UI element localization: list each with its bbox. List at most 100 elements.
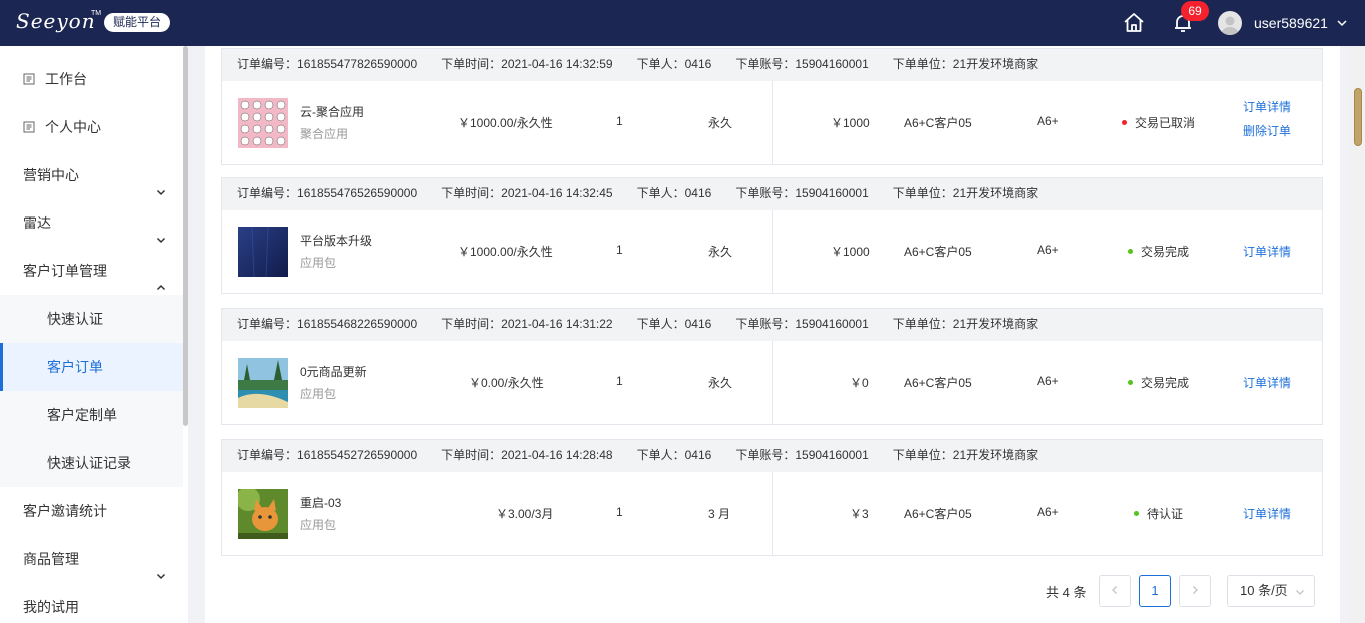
status-text: 交易完成 xyxy=(1141,245,1190,259)
order-customer: A6+C客户05 xyxy=(904,245,972,259)
personal-center-icon xyxy=(23,104,35,133)
seeyon-logo[interactable]: Seeyon xyxy=(16,9,96,33)
order-customer: A6+C客户05 xyxy=(904,116,972,130)
product-thumbnail[interactable] xyxy=(238,98,288,148)
order-number-label: 订单编号： xyxy=(237,317,298,331)
product-price: ￥0.00/永久性 xyxy=(469,376,544,390)
page-size-select[interactable]: 10 条/页 xyxy=(1227,575,1315,607)
sidebar-item-label: 个人中心 xyxy=(45,119,101,135)
sidebar-item-label: 客户邀请统计 xyxy=(23,503,107,519)
order-account-value: 15904160001 xyxy=(795,186,869,200)
pagination-total: 共 4 条 xyxy=(1046,585,1087,600)
sidebar-item-quick-auth[interactable]: 快速认证 xyxy=(0,295,183,343)
order-detail-link[interactable]: 订单详情 xyxy=(1243,243,1291,260)
sidebar-item-custom-orders[interactable]: 客户定制单 xyxy=(0,391,183,439)
sidebar-item-my-trials[interactable]: 我的试用 xyxy=(0,583,183,623)
orderer-value: 0416 xyxy=(684,186,712,200)
chevron-up-icon xyxy=(155,265,167,291)
order-unit-value: 21开发环境商家 xyxy=(952,186,1039,200)
next-page-button[interactable] xyxy=(1179,575,1211,607)
product-duration: 3 月 xyxy=(708,507,731,521)
order-unit-label: 下单单位： xyxy=(892,186,953,200)
order-time-value: 2021-04-16 14:31:22 xyxy=(501,317,613,331)
order-unit-value: 21开发环境商家 xyxy=(952,317,1039,331)
orderer-label: 下单人： xyxy=(636,186,685,200)
sidebar-item-quick-auth-records[interactable]: 快速认证记录 xyxy=(0,439,183,487)
sidebar-scrollbar[interactable] xyxy=(183,46,188,426)
status-text: 交易完成 xyxy=(1141,376,1190,390)
order-detail-link[interactable]: 订单详情 xyxy=(1243,374,1291,391)
orderer: 下单人：0416 xyxy=(637,309,712,339)
top-header: Seeyon TM 赋能平台 69 user589621 xyxy=(0,0,1365,46)
username[interactable]: user589621 xyxy=(1254,15,1328,31)
order-unit-label: 下单单位： xyxy=(892,317,953,331)
order-card: 订单编号：161855452726590000 下单时间：2021-04-16 1… xyxy=(221,439,1323,556)
order-detail-link[interactable]: 订单详情 xyxy=(1243,98,1291,115)
order-card: 订单编号：161855468226590000 下单时间：2021-04-16 1… xyxy=(221,308,1323,425)
sidebar-item-label: 工作台 xyxy=(45,71,87,87)
sidebar-item-marketing[interactable]: 营销中心 xyxy=(0,151,183,199)
sidebar-item-customer-orders-mgmt[interactable]: 客户订单管理 xyxy=(0,247,183,295)
order-body: 重启-03 应用包 ￥3.00/3月 1 3 月 ￥3 A6+C客户05 A6+… xyxy=(222,472,1322,555)
sidebar-item-workbench[interactable]: 工作台 xyxy=(0,55,183,103)
status-badge: 交易完成 xyxy=(1128,374,1189,391)
status-text: 待认证 xyxy=(1147,507,1184,521)
order-detail-link[interactable]: 订单详情 xyxy=(1243,505,1291,522)
sidebar-item-radar[interactable]: 雷达 xyxy=(0,199,183,247)
order-edition: A6+ xyxy=(1037,114,1059,128)
order-customer: A6+C客户05 xyxy=(904,376,972,390)
order-number-value: 161855452726590000 xyxy=(297,448,418,462)
prev-page-button[interactable] xyxy=(1099,575,1131,607)
order-customer: A6+C客户05 xyxy=(904,507,972,521)
order-time: 下单时间：2021-04-16 14:28:48 xyxy=(441,440,612,470)
product-type: 聚合应用 xyxy=(300,127,349,141)
sidebar-item-invite-stats[interactable]: 客户邀请统计 xyxy=(0,487,183,535)
status-badge: 交易完成 xyxy=(1128,243,1189,260)
order-amount: ￥0 xyxy=(850,376,869,390)
order-account-value: 15904160001 xyxy=(795,317,869,331)
chevron-down-icon xyxy=(155,217,167,244)
chevron-down-icon xyxy=(155,553,167,580)
product-thumbnail[interactable] xyxy=(238,226,288,278)
order-unit: 下单单位：21开发环境商家 xyxy=(893,309,1038,339)
logo-trademark: TM xyxy=(91,10,102,17)
order-unit-value: 21开发环境商家 xyxy=(952,57,1039,71)
chevron-down-icon[interactable] xyxy=(1336,17,1348,29)
product-quantity: 1 xyxy=(616,114,623,128)
order-card: 订单编号：161855476526590000 下单时间：2021-04-16 1… xyxy=(221,177,1323,294)
column-divider xyxy=(772,210,773,293)
status-badge: 待认证 xyxy=(1134,505,1183,522)
sidebar-item-label: 商品管理 xyxy=(23,551,79,567)
product-duration: 永久 xyxy=(708,376,733,390)
sidebar-item-product-mgmt[interactable]: 商品管理 xyxy=(0,535,183,583)
page-number-button[interactable]: 1 xyxy=(1139,575,1171,607)
order-time-label: 下单时间： xyxy=(441,317,502,331)
orderer-value: 0416 xyxy=(684,57,712,71)
order-account-value: 15904160001 xyxy=(795,57,869,71)
product-name: 重启-03 xyxy=(300,496,342,510)
order-edition: A6+ xyxy=(1037,505,1059,519)
page-scrollbar-thumb[interactable] xyxy=(1354,88,1362,146)
order-unit: 下单单位：21开发环境商家 xyxy=(893,178,1038,208)
product-thumbnail[interactable] xyxy=(236,487,288,539)
order-account: 下单账号：15904160001 xyxy=(735,49,868,79)
sidebar-item-personal-center[interactable]: 个人中心 xyxy=(0,103,183,151)
home-icon[interactable] xyxy=(1122,11,1146,35)
order-time-value: 2021-04-16 14:28:48 xyxy=(501,448,613,462)
order-number: 订单编号：161855468226590000 xyxy=(237,309,417,339)
status-text: 交易已取消 xyxy=(1135,116,1196,130)
order-unit: 下单单位：21开发环境商家 xyxy=(893,440,1038,470)
delete-order-link[interactable]: 删除订单 xyxy=(1243,122,1291,139)
chevron-left-icon xyxy=(1112,586,1117,594)
sidebar-item-label: 客户订单管理 xyxy=(23,263,107,279)
order-time-label: 下单时间： xyxy=(441,186,502,200)
order-account-label: 下单账号： xyxy=(735,317,796,331)
product-thumbnail[interactable] xyxy=(238,358,288,408)
order-unit-label: 下单单位： xyxy=(892,57,953,71)
avatar[interactable] xyxy=(1218,11,1242,35)
order-time-label: 下单时间： xyxy=(441,57,502,71)
order-unit-label: 下单单位： xyxy=(892,448,953,462)
product-price: ￥1000.00/永久性 xyxy=(458,245,553,259)
sidebar-item-customer-orders[interactable]: 客户订单 xyxy=(0,343,183,391)
order-amount: ￥3 xyxy=(850,507,869,521)
